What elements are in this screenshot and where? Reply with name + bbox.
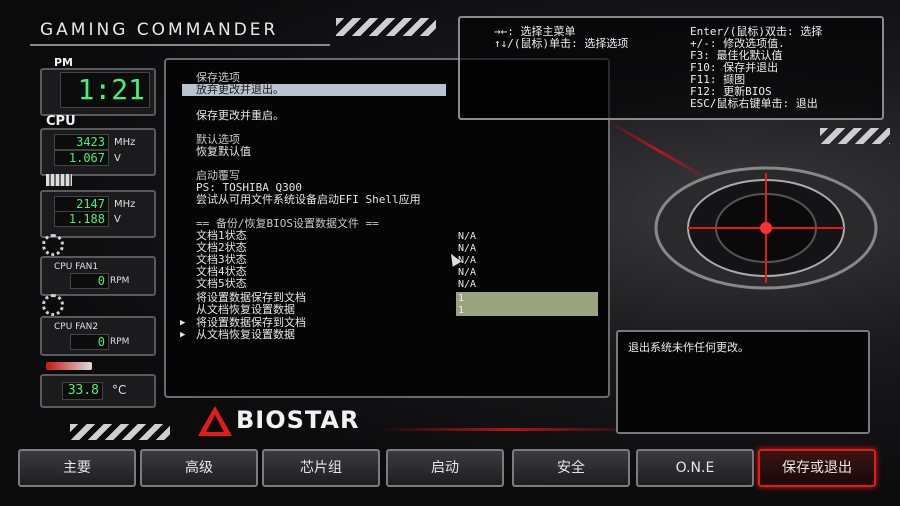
fan1-label: CPU FAN1 [54,262,99,272]
bottom-stripes [70,424,170,440]
tab-one[interactable]: O.N.E [636,449,754,487]
file1-status-value: N/A [458,231,477,242]
tab-chipset[interactable]: 芯片组 [262,449,380,487]
tab-save-exit[interactable]: 保存或退出 [758,449,876,487]
help-esc: ESC/鼠标右键单击: 退出 [690,97,818,110]
restore-defaults[interactable]: 恢复默认值 [196,146,251,158]
cpu-label: CPU [46,114,76,129]
load-from-file-submenu[interactable]: 从文档恢复设置数据 [196,329,295,341]
fan1-rpm: 0 [70,273,109,289]
memory-icon [46,174,72,186]
temperature-value: 33.8 [62,382,103,400]
clock-period: PM [54,56,74,69]
fan1-unit: RPM [110,276,130,286]
item-description: 退出系统未作任何更改。 [628,341,749,354]
save-to-file-slot[interactable]: 1 [458,293,464,304]
tab-security[interactable]: 安全 [512,449,630,487]
brand-title: GAMING COMMANDER [40,20,279,40]
load-from-file-slot[interactable]: 1 [458,305,464,316]
fan2-icon [42,294,64,316]
help-select-item: ↑↓/(鼠标)单击: 选择选项 [494,37,629,50]
fan1-icon [42,234,64,256]
biostar-logo: BIOSTAR [198,404,388,436]
file5-status-label: 文档5状态 [196,277,247,290]
cpu-voltage-unit: V [114,153,121,164]
cpu-frequency-unit: MHz [114,137,136,148]
tab-main[interactable]: 主要 [18,449,136,487]
tab-advanced[interactable]: 高级 [140,449,258,487]
cpu-voltage: 1.067 [54,150,109,166]
submenu-arrow-save: ▶ [180,318,186,328]
memory-voltage: 1.188 [54,211,109,227]
biostar-wordmark: BIOSTAR [236,406,360,434]
right-stripes [820,128,890,144]
temperature-unit: °C [112,383,127,397]
discard-changes-exit[interactable]: 放弃更改并退出。 [182,84,446,96]
save-slot-field-bg [456,292,598,316]
red-accent-line-bottom [380,428,640,431]
memory-frequency: 2147 [54,196,109,212]
biostar-logo-icon [198,406,232,436]
tab-boot[interactable]: 启动 [386,449,504,487]
file5-status-value: N/A [458,279,477,290]
launch-efi-shell[interactable]: 尝试从可用文件系统设备启动EFI Shell应用 [196,194,421,206]
header-stripes [336,18,436,36]
clock-time: 1:21 [60,72,150,108]
fan2-rpm: 0 [70,334,109,350]
description-panel: 退出系统未作任何更改。 [616,330,870,434]
temperature-icon [46,362,92,370]
fan2-label: CPU FAN2 [54,322,99,332]
cpu-frequency: 3423 [54,134,109,150]
submenu-arrow-load: ▶ [180,330,186,340]
brand-underline [30,44,330,46]
memory-voltage-unit: V [114,214,121,225]
load-from-file-option[interactable]: 从文档恢复设置数据 [196,304,295,316]
file2-status-value: N/A [458,243,477,254]
save-changes-reset[interactable]: 保存更改并重启。 [196,110,284,122]
file4-status-value: N/A [458,267,477,278]
help-panel: →←: 选择主菜单 ↑↓/(鼠标)单击: 选择选项 Enter/(鼠标)双击: … [458,16,884,120]
decorative-dial-icon [654,166,878,290]
memory-frequency-unit: MHz [114,199,136,210]
fan2-unit: RPM [110,337,130,347]
